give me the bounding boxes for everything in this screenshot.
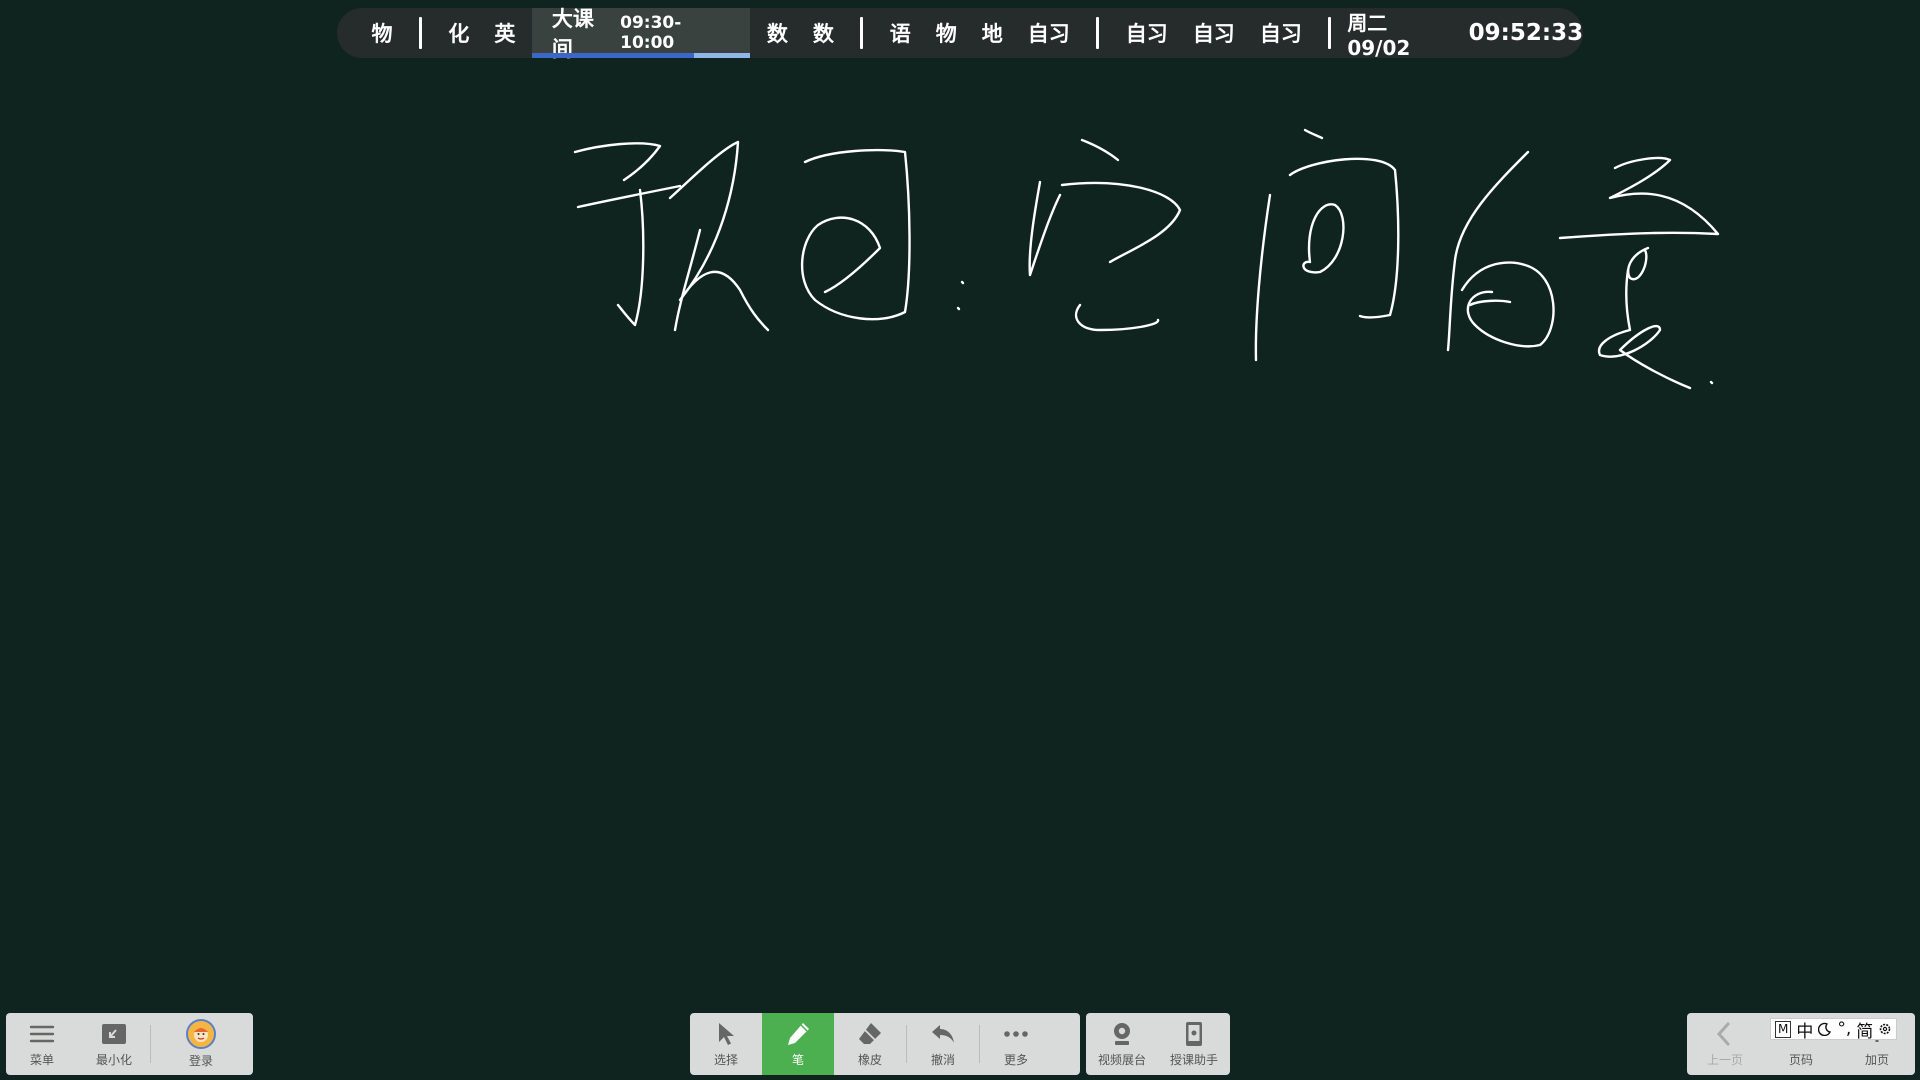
schedule-divider [860, 17, 864, 49]
ime-language[interactable]: 中 [1796, 1017, 1813, 1042]
add-page-label: 加页 [1864, 1053, 1889, 1067]
whiteboard-canvas[interactable] [0, 0, 1920, 1080]
minimize-icon [102, 1024, 126, 1044]
login-label: 登录 [188, 1054, 213, 1068]
date-label: 周二 09/02 [1347, 10, 1411, 60]
current-period-progress [531, 53, 751, 58]
schedule-period[interactable]: 自习 [1015, 8, 1082, 58]
eraser-icon [859, 1023, 881, 1044]
schedule-period[interactable]: 自习 [1180, 8, 1247, 58]
drawing-toolbar: 选择 笔 橡皮 撤消 更多 [690, 1013, 1080, 1075]
current-period-progress-fill [531, 53, 694, 58]
avatar-face-icon [194, 1028, 208, 1042]
schedule-period[interactable]: 自习 [1247, 8, 1314, 58]
schedule-divider [1096, 17, 1100, 49]
schedule-period[interactable]: 语 [877, 8, 923, 58]
pen-tool-label: 笔 [791, 1053, 804, 1067]
ime-status-bar[interactable]: M 中 °, 简 [1770, 1017, 1898, 1042]
handwriting-strokes [573, 128, 1720, 390]
menu-label: 菜单 [29, 1053, 54, 1067]
schedule-period[interactable]: 化 [436, 8, 482, 58]
select-tool-button[interactable]: 选择 [690, 1013, 762, 1075]
schedule-period[interactable]: 物 [359, 8, 405, 58]
current-period-time: 09:30-10:00 [620, 13, 682, 53]
visualizer-label: 视频展台 [1097, 1053, 1146, 1067]
select-tool-label: 选择 [713, 1053, 738, 1067]
visualizer-button[interactable]: 视频展台 [1086, 1013, 1158, 1075]
left-toolbar: 菜单 最小化 登录 [6, 1013, 253, 1075]
schedule-period[interactable]: 数 [754, 8, 800, 58]
ime-punctuation[interactable]: °, [1837, 1019, 1851, 1039]
undo-icon [932, 1025, 954, 1043]
more-button[interactable]: 更多 [980, 1013, 1052, 1075]
tablet-icon [1186, 1022, 1202, 1046]
more-dots-icon [1004, 1031, 1028, 1037]
media-toolbar: 视频展台 授课助手 [1086, 1013, 1230, 1075]
undo-button[interactable]: 撤消 [907, 1013, 979, 1075]
prev-page-label: 上一页 [1706, 1053, 1743, 1067]
menu-icon [29, 1025, 55, 1043]
gear-icon[interactable] [1878, 1022, 1892, 1036]
teaching-assistant-button[interactable]: 授课助手 [1158, 1013, 1230, 1075]
minimize-button[interactable]: 最小化 [78, 1013, 150, 1075]
pen-tool-button[interactable]: 笔 [762, 1013, 834, 1075]
clock: 09:52:33 [1468, 20, 1584, 46]
more-label: 更多 [1003, 1053, 1028, 1067]
menu-button[interactable]: 菜单 [6, 1013, 78, 1075]
ime-script[interactable]: 简 [1856, 1017, 1873, 1042]
chevron-left-icon [1716, 1022, 1730, 1046]
page-number-label: 页码 [1788, 1053, 1813, 1067]
webcam-icon [1114, 1023, 1130, 1045]
current-period[interactable]: 大课间 09:30-10:00 [531, 7, 751, 61]
login-button[interactable]: 登录 [151, 1013, 251, 1075]
moon-icon[interactable] [1818, 1022, 1832, 1036]
schedule-divider [1328, 17, 1332, 49]
ime-mode[interactable]: M [1775, 1020, 1792, 1038]
eraser-tool-label: 橡皮 [857, 1053, 882, 1067]
cursor-arrow-icon [719, 1023, 734, 1045]
schedule-period[interactable]: 物 [923, 8, 969, 58]
pen-icon [788, 1023, 809, 1045]
schedule-period[interactable]: 数 [800, 8, 846, 58]
avatar [186, 1019, 216, 1049]
prev-page-button[interactable]: 上一页 [1687, 1013, 1763, 1075]
teaching-assistant-label: 授课助手 [1169, 1053, 1218, 1067]
class-schedule-bar: 物 化 英 大课间 09:30-10:00 数 数 语 物 地 自习 自习 自习… [337, 7, 1584, 61]
schedule-period[interactable]: 英 [482, 8, 528, 58]
schedule-divider [419, 17, 422, 49]
eraser-tool-button[interactable]: 橡皮 [834, 1013, 906, 1075]
minimize-label: 最小化 [95, 1053, 132, 1067]
undo-label: 撤消 [930, 1053, 955, 1067]
schedule-period[interactable]: 自习 [1113, 8, 1180, 58]
schedule-period[interactable]: 地 [969, 8, 1015, 58]
